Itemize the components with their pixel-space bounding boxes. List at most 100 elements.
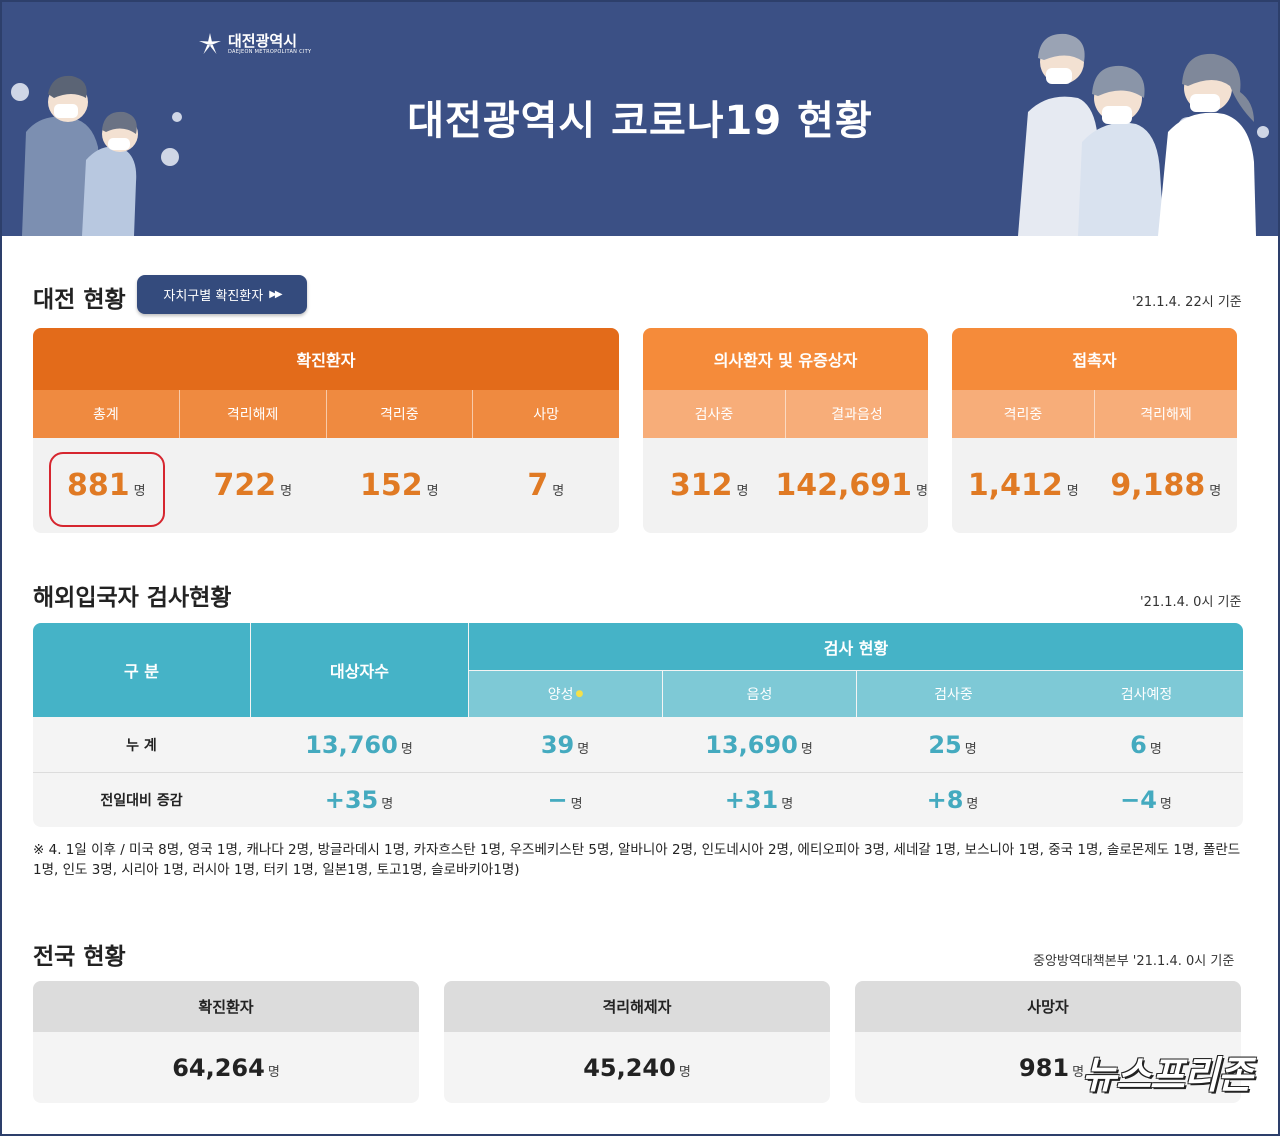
table-row: 전일대비 증감 +35 명 − 명 +31 명 +8 명 −4 명 [33, 772, 1243, 827]
suspected-testing-label: 검사중 [694, 407, 734, 423]
unit-label: 명 [736, 484, 749, 499]
daejeon-date: '21.1.4. 22시 기준 [1132, 295, 1242, 310]
contacts-isolated-cell: 1,412 명 [952, 438, 1095, 533]
testing-cell: 25 명 [856, 717, 1049, 772]
confirmed-total-label: 총계 [92, 407, 119, 423]
national-released-value: 45,240 [583, 1053, 676, 1082]
confirmed-total-cell: 881 명 [33, 438, 180, 533]
confirmed-card: 확진환자 총계 격리해제 격리중 사망 881 명 722 명 152 명 7명 [33, 328, 619, 533]
confirmed-deaths-label: 사망 [472, 390, 619, 438]
page-title: 대전광역시 코로나19 현황 [407, 98, 873, 144]
unit-label: 명 [800, 742, 813, 757]
contacts-isolated-value: 1,412 [967, 468, 1063, 503]
contacts-card: 접촉자 격리중 격리해제 1,412 명 9,188 명 [952, 328, 1237, 533]
suspected-testing-value: 312 [669, 468, 733, 503]
suspected-card-values: 312 명 142,691 명 [643, 438, 928, 533]
positive-cell: 39 명 [468, 717, 662, 772]
target-value: 13,760 [305, 730, 398, 759]
scheduled-value: 6 [1130, 730, 1147, 759]
national-released-cell: 45,240 명 [444, 1032, 830, 1103]
unit-label: 명 [570, 797, 583, 812]
unit-label: 명 [1159, 797, 1172, 812]
confirmed-card-subheader: 총계 격리해제 격리중 사망 [33, 390, 619, 438]
target-cell: 13,760 명 [250, 717, 468, 772]
row-label: 누 계 [126, 737, 157, 754]
positive-cell: − 명 [468, 772, 662, 827]
negative-cell: 13,690 명 [662, 717, 856, 772]
news-watermark: 뉴스프리존 [1082, 1053, 1253, 1097]
suspected-card: 의사환자 및 유증상자 검사중 결과음성 312 명 142,691 명 [643, 328, 928, 533]
region-confirmed-button[interactable]: 자치구별 확진환자 ▶▶ [137, 275, 307, 314]
national-confirmed-value: 64,264 [172, 1053, 265, 1082]
contacts-isolated-label: 격리중 [1003, 407, 1043, 423]
national-deaths-value: 981 [1019, 1053, 1070, 1082]
scheduled-cell: −4 명 [1049, 772, 1243, 827]
target-value: +35 [324, 785, 379, 814]
target-cell: +35 명 [250, 772, 468, 827]
suspected-card-header: 의사환자 및 유증상자 [643, 328, 928, 390]
overseas-footnote: ※ 4. 1일 이후 / 미국 8명, 영국 1명, 캐나다 2명, 방글라데시… [33, 842, 1241, 878]
col-header-target-count: 대상자수 [251, 623, 468, 717]
contacts-released-label: 격리해제 [1094, 390, 1237, 438]
logo-english-text: DAEJEON METROPOLITAN CITY [228, 48, 312, 55]
scheduled-value: −4 [1120, 785, 1157, 814]
positive-value: 39 [540, 730, 575, 759]
confirmed-deaths-cell: 7명 [473, 438, 620, 533]
city-logo-mark-icon [199, 33, 221, 54]
row-label-cell: 누 계 [33, 717, 250, 772]
region-confirmed-button-label: 자치구별 확진환자 [163, 289, 264, 304]
contacts-released-value: 9,188 [1110, 468, 1206, 503]
national-released-label: 격리해제자 [444, 981, 830, 1032]
col-header-positive-label: 양성 [547, 687, 574, 703]
unit-label: 명 [966, 797, 979, 812]
national-date: 중앙방역대책본부 '21.1.4. 0시 기준 [1033, 954, 1235, 969]
confirmed-card-values: 881 명 722 명 152 명 7명 [33, 438, 619, 533]
city-logo: 대전광역시 DAEJEON METROPOLITAN CITY [198, 32, 311, 56]
col-header-positive: 양성 ● [469, 671, 662, 717]
unit-label: 명 [1149, 742, 1162, 757]
unit-label: 명 [1209, 484, 1222, 499]
confirmed-isolated-cell: 152 명 [326, 438, 473, 533]
highlight-circle [49, 452, 165, 527]
unit-label: 명 [916, 484, 928, 499]
unit-label: 명 [678, 1065, 691, 1080]
logo-korean-text: 대전광역시 [228, 31, 298, 50]
col-header-test-status: 검사 현황 [469, 623, 1243, 670]
suspected-negative-value: 142,691 [775, 468, 913, 503]
confirmed-released-value: 722 [213, 468, 277, 503]
positive-value: − [547, 785, 568, 814]
national-released-card: 격리해제자 45,240 명 [444, 981, 830, 1103]
overseas-date: '21.1.4. 0시 기준 [1140, 595, 1242, 610]
header-banner: 대전광역시 DAEJEON METROPOLITAN CITY 대전광역시 코로… [2, 2, 1278, 236]
unit-label: 명 [1066, 484, 1079, 499]
table-row: 누 계 13,760 명 39 명 13,690 명 25 명 6명 [33, 717, 1243, 772]
col-header-category: 구 분 [33, 623, 250, 717]
confirmed-released-label: 격리해제 [178, 390, 326, 438]
testing-cell: +8 명 [856, 772, 1049, 827]
overseas-table: 구 분 대상자수 검사 현황 양성 ● 음성 검사중 검사예정 누 계 13,76… [33, 623, 1243, 827]
contacts-card-subheader: 격리중 격리해제 [952, 390, 1237, 438]
testing-value: 25 [928, 730, 962, 759]
national-confirmed-card: 확진환자 64,264 명 [33, 981, 419, 1103]
overseas-table-header: 구 분 대상자수 검사 현황 양성 ● 음성 검사중 검사예정 [33, 623, 1243, 717]
unit-label: 명 [577, 742, 590, 757]
suspected-card-subheader: 검사중 결과음성 [643, 390, 928, 438]
scheduled-cell: 6명 [1049, 717, 1243, 772]
negative-value: 13,690 [705, 730, 798, 759]
unit-label: 명 [964, 742, 977, 757]
negative-cell: +31 명 [662, 772, 856, 827]
confirmed-deaths-value: 7 [527, 468, 549, 503]
testing-value: +8 [926, 785, 964, 814]
unit-label: 명 [552, 484, 565, 499]
confirmed-released-cell: 722 명 [180, 438, 327, 533]
unit-label: 명 [400, 742, 413, 757]
national-confirmed-cell: 64,264 명 [33, 1032, 419, 1103]
col-header-scheduled: 검사예정 [1050, 671, 1243, 717]
unit-label: 명 [267, 1065, 280, 1080]
suspected-negative-label: 결과음성 [785, 390, 928, 438]
overseas-section-title: 해외입국자 검사현황 [33, 585, 232, 611]
suspected-negative-cell: 142,691 명 [775, 438, 928, 533]
contacts-card-values: 1,412 명 9,188 명 [952, 438, 1237, 533]
negative-value: +31 [724, 785, 779, 814]
col-header-negative: 음성 [663, 671, 856, 717]
